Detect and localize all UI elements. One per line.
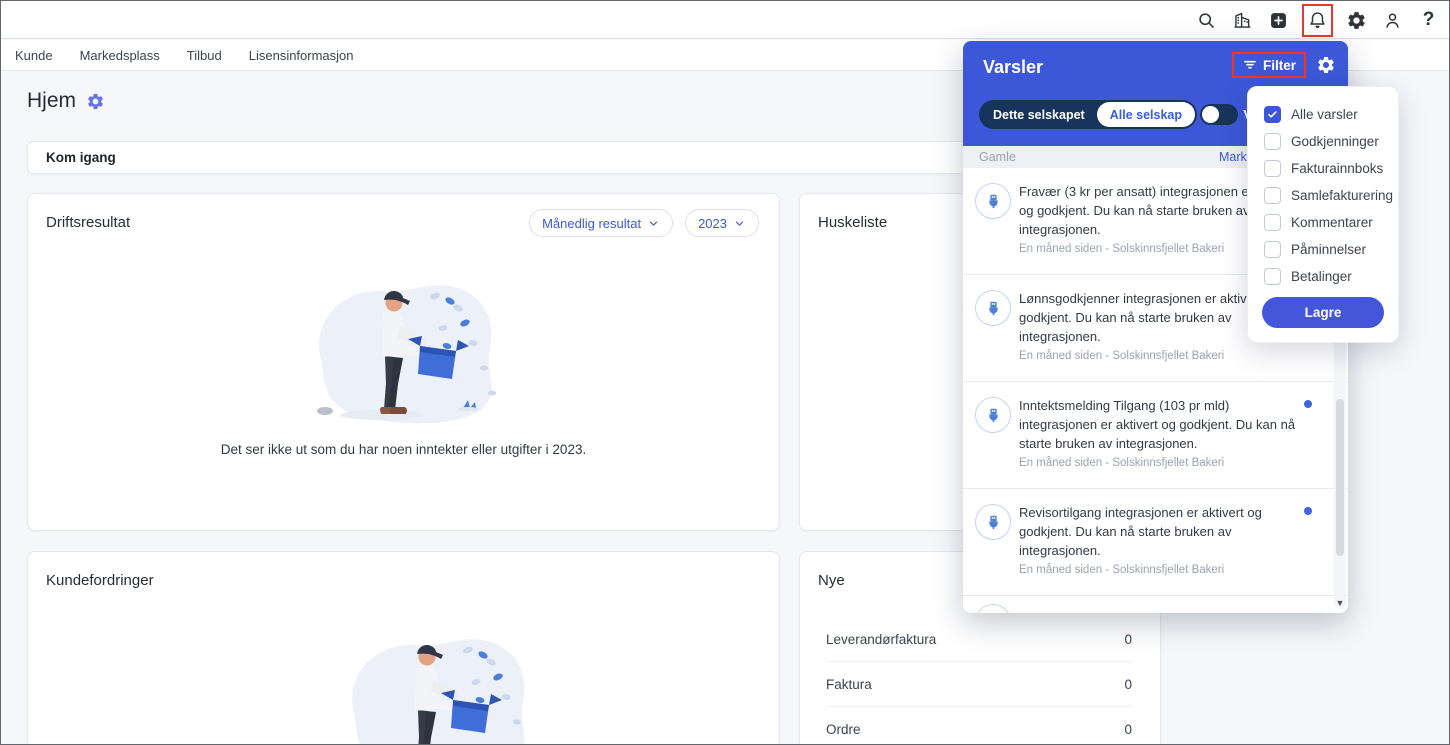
unread-dot bbox=[1304, 400, 1312, 408]
nye-row-label: Ordre bbox=[826, 721, 861, 737]
company-scope-toggle: Dette selskapet Alle selskap bbox=[979, 100, 1197, 129]
notifications-panel-title: Varsler bbox=[983, 57, 1044, 77]
scrollbar-thumb[interactable] bbox=[1336, 398, 1344, 557]
notifications-bell-icon[interactable] bbox=[1305, 7, 1330, 34]
filter-option-label: Kommentarer bbox=[1291, 215, 1373, 230]
checkbox[interactable] bbox=[1264, 133, 1281, 150]
nav-item-kunde[interactable]: Kunde bbox=[15, 48, 53, 63]
filter-option-label: Betalinger bbox=[1291, 269, 1352, 284]
nye-row-value: 0 bbox=[1124, 676, 1132, 692]
nye-row-label: Leverandørfaktura bbox=[826, 631, 937, 647]
notification-item[interactable]: Revisortilgang integrasjonen er aktivert… bbox=[963, 489, 1348, 596]
top-toolbar: ? bbox=[1, 1, 1449, 39]
filter-option-label: Godkjenninger bbox=[1291, 134, 1379, 149]
notification-text: Revisortilgang integrasjonen er aktivert… bbox=[1019, 505, 1262, 558]
nye-list: Leverandørfaktura 0 Faktura 0 Ordre 0 bbox=[800, 617, 1160, 744]
empty-box-illustration bbox=[287, 268, 517, 428]
scope-all-companies-button[interactable]: Alle selskap bbox=[1096, 102, 1195, 127]
nav-item-tilbud[interactable]: Tilbud bbox=[187, 48, 222, 63]
nye-row-value: 0 bbox=[1124, 721, 1132, 737]
notification-settings-gear-icon[interactable] bbox=[1316, 55, 1336, 75]
driftsresultat-filters: Månedlig resultat 2023 bbox=[529, 209, 759, 237]
integration-usb-icon bbox=[975, 504, 1011, 540]
card-nye-title: Nye bbox=[818, 572, 845, 589]
notifications-group-label: Gamle bbox=[979, 150, 1016, 164]
app-window: ? Kunde Markedsplass Tilbud Lisensinform… bbox=[0, 0, 1450, 745]
nav-item-lisensinformasjon[interactable]: Lisensinformasjon bbox=[249, 48, 354, 63]
toolbar-icon-group: ? bbox=[1194, 1, 1441, 39]
filter-option-label: Fakturainnboks bbox=[1291, 161, 1384, 176]
page-title: Hjem bbox=[27, 89, 77, 112]
nye-row-leverandorfaktura[interactable]: Leverandørfaktura 0 bbox=[826, 617, 1132, 662]
driftsresultat-empty-text: Det ser ikke ut som du har noen inntekte… bbox=[220, 442, 587, 457]
dashboard-settings-gear-icon[interactable] bbox=[86, 92, 105, 111]
save-filter-button[interactable]: Lagre bbox=[1262, 297, 1384, 328]
filter-option-label: Påminnelser bbox=[1291, 242, 1367, 257]
toggle-knob bbox=[1202, 106, 1219, 123]
filter-highlight-box: Filter bbox=[1231, 52, 1306, 78]
card-driftsresultat-title: Driftsresultat bbox=[46, 214, 131, 231]
notifications-highlight-box bbox=[1302, 3, 1333, 37]
search-icon[interactable] bbox=[1194, 7, 1219, 34]
filter-option-kommentarer[interactable]: Kommentarer bbox=[1264, 209, 1398, 236]
filter-option-label: Samlefakturering bbox=[1291, 188, 1394, 203]
year-filter-value: 2023 bbox=[698, 215, 727, 231]
checkbox[interactable] bbox=[1264, 241, 1281, 258]
nav-item-markedsplass[interactable]: Markedsplass bbox=[80, 48, 160, 63]
nye-row-value: 0 bbox=[1124, 631, 1132, 647]
notification-item-partial[interactable] bbox=[963, 596, 1348, 613]
card-kundefordringer-title: Kundefordringer bbox=[46, 572, 154, 589]
filter-icon bbox=[1244, 60, 1256, 69]
unread-dot bbox=[1304, 507, 1312, 515]
card-huskeliste-title: Huskeliste bbox=[818, 214, 888, 231]
getting-started-label: Kom igang bbox=[46, 150, 116, 165]
notification-text: Inntektsmelding Tilgang (103 pr mld) int… bbox=[1019, 398, 1296, 451]
checkbox[interactable] bbox=[1264, 268, 1281, 285]
empty-box-illustration bbox=[320, 622, 550, 745]
page-title-row: Hjem bbox=[27, 89, 105, 113]
notification-meta: En måned siden - Solskinnsfjellet Bakeri bbox=[1019, 457, 1225, 469]
notification-meta: En måned siden - Solskinnsfjellet Bakeri bbox=[1019, 564, 1225, 576]
period-filter-value: Månedlig resultat bbox=[542, 215, 642, 231]
nye-row-label: Faktura bbox=[826, 676, 872, 692]
unread-only-toggle[interactable] bbox=[1200, 104, 1238, 125]
card-driftsresultat: Driftsresultat Månedlig resultat 2023 De… bbox=[27, 193, 780, 531]
filter-option-godkjenninger[interactable]: Godkjenninger bbox=[1264, 128, 1398, 155]
filter-button-label: Filter bbox=[1262, 57, 1296, 73]
filter-option-alle-varsler[interactable]: Alle varsler bbox=[1264, 101, 1398, 128]
integration-usb-icon bbox=[975, 290, 1011, 326]
filter-option-label: Alle varsler bbox=[1291, 107, 1358, 122]
integration-usb-icon bbox=[975, 604, 1011, 613]
integration-usb-icon bbox=[975, 183, 1011, 219]
help-icon[interactable]: ? bbox=[1416, 7, 1441, 34]
filter-option-paminnelser[interactable]: Påminnelser bbox=[1264, 236, 1398, 263]
nye-row-ordre[interactable]: Ordre 0 bbox=[826, 707, 1132, 744]
scope-this-company-button[interactable]: Dette selskapet bbox=[981, 108, 1097, 122]
integration-usb-icon bbox=[975, 397, 1011, 433]
period-filter-dropdown[interactable]: Månedlig resultat bbox=[529, 209, 674, 237]
checkbox[interactable] bbox=[1264, 214, 1281, 231]
card-kundefordringer: Kundefordringer bbox=[27, 551, 780, 745]
checkbox[interactable] bbox=[1264, 106, 1281, 123]
checkbox[interactable] bbox=[1264, 160, 1281, 177]
filter-dropdown: Alle varsler Godkjenninger Fakturainnbok… bbox=[1247, 86, 1399, 343]
checkbox[interactable] bbox=[1264, 187, 1281, 204]
chevron-down-icon bbox=[647, 217, 660, 230]
profile-icon[interactable] bbox=[1380, 7, 1405, 34]
filter-button[interactable]: Filter bbox=[1242, 57, 1296, 73]
notification-item[interactable]: Inntektsmelding Tilgang (103 pr mld) int… bbox=[963, 382, 1348, 489]
company-selector-icon[interactable] bbox=[1230, 7, 1255, 34]
filter-option-betalinger[interactable]: Betalinger bbox=[1264, 263, 1398, 290]
scroll-down-arrow-icon[interactable]: ▼ bbox=[1334, 598, 1346, 608]
filter-option-fakturainnboks[interactable]: Fakturainnboks bbox=[1264, 155, 1398, 182]
chevron-down-icon bbox=[733, 217, 746, 230]
filter-option-samlefakturering[interactable]: Samlefakturering bbox=[1264, 182, 1398, 209]
settings-gear-icon[interactable] bbox=[1344, 7, 1369, 34]
year-filter-dropdown[interactable]: 2023 bbox=[685, 209, 759, 237]
add-icon[interactable] bbox=[1266, 7, 1291, 34]
notification-meta: En måned siden - Solskinnsfjellet Bakeri bbox=[1019, 350, 1225, 362]
nye-row-faktura[interactable]: Faktura 0 bbox=[826, 662, 1132, 707]
